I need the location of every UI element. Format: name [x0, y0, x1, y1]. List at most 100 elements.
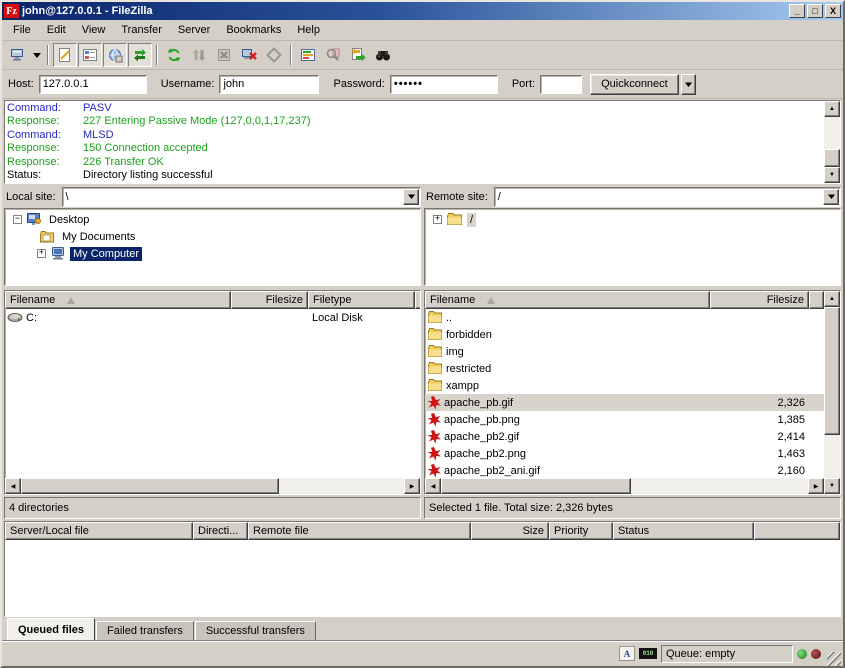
- toolbar-separator: [47, 45, 49, 65]
- column-header-server-local-file[interactable]: Server/Local file: [5, 522, 193, 540]
- scroll-right-button[interactable]: ▶: [808, 478, 824, 494]
- remote-status-bar: Selected 1 file. Total size: 2,326 bytes: [424, 497, 841, 519]
- file-row[interactable]: restricted: [425, 360, 824, 377]
- scroll-up-button[interactable]: ▲: [824, 101, 840, 117]
- filezilla-window: Fz john@127.0.0.1 - FileZilla _ □ X File…: [0, 0, 845, 668]
- file-row[interactable]: forbidden: [425, 326, 824, 343]
- local-site-combo[interactable]: \: [62, 187, 421, 207]
- menu-edit[interactable]: Edit: [39, 21, 74, 39]
- find-files-button[interactable]: [371, 43, 395, 67]
- tab-successful-transfers[interactable]: Successful transfers: [195, 621, 316, 640]
- menu-help[interactable]: Help: [289, 21, 328, 39]
- resize-grip[interactable]: [827, 652, 841, 666]
- local-site-label: Local site:: [4, 191, 62, 203]
- refresh-button[interactable]: [162, 43, 186, 67]
- quickconnect-dropdown-button[interactable]: [681, 74, 696, 95]
- scroll-down-button[interactable]: ▼: [824, 478, 840, 494]
- tree-item-desktop[interactable]: − Desktop: [5, 211, 420, 228]
- toggle-remote-tree-button[interactable]: [103, 43, 127, 67]
- tab-queued-files[interactable]: Queued files: [7, 618, 95, 640]
- column-header-filesize[interactable]: Filesize: [231, 291, 308, 309]
- chevron-down-icon: [33, 51, 41, 59]
- menu-file[interactable]: File: [5, 21, 39, 39]
- reconnect-button[interactable]: [262, 43, 286, 67]
- transfer-queue-icon: [132, 47, 148, 63]
- tab-failed-transfers[interactable]: Failed transfers: [96, 621, 194, 640]
- column-header-size[interactable]: Size: [471, 522, 549, 540]
- collapse-icon[interactable]: −: [13, 215, 22, 224]
- column-header-remote-file[interactable]: Remote file: [248, 522, 471, 540]
- file-row[interactable]: apache_pb.png1,385: [425, 411, 824, 428]
- log-lines: Command:PASV Response:227 Entering Passi…: [5, 101, 824, 183]
- toggle-local-tree-button[interactable]: [78, 43, 102, 67]
- remote-site-dropdown-button[interactable]: [823, 189, 839, 205]
- scrollbar-thumb[interactable]: [441, 478, 631, 494]
- scroll-down-button[interactable]: ▼: [824, 167, 840, 183]
- binoculars-icon: [375, 47, 391, 63]
- scroll-left-button[interactable]: ◀: [425, 478, 441, 494]
- file-row[interactable]: apache_pb2_ani.gif2,160: [425, 462, 824, 478]
- disconnect-button[interactable]: [237, 43, 261, 67]
- toggle-queue-button[interactable]: [128, 43, 152, 67]
- synchronized-browsing-button[interactable]: [346, 43, 370, 67]
- local-tree-icon: [82, 47, 98, 63]
- column-header-filename[interactable]: Filename: [5, 291, 231, 309]
- directory-comparison-button[interactable]: [321, 43, 345, 67]
- tree-item-my-computer[interactable]: + My Computer: [5, 245, 420, 262]
- maximize-button[interactable]: □: [807, 4, 823, 18]
- process-queue-button[interactable]: [187, 43, 211, 67]
- file-row[interactable]: apache_pb2.gif2,414: [425, 428, 824, 445]
- scrollbar-thumb[interactable]: [824, 307, 840, 435]
- local-site-dropdown-button[interactable]: [403, 189, 419, 205]
- username-input[interactable]: [219, 75, 319, 94]
- menu-view[interactable]: View: [74, 21, 114, 39]
- site-manager-button[interactable]: [5, 43, 29, 67]
- datatype-ascii-icon: A: [619, 646, 635, 661]
- scrollbar-thumb[interactable]: [21, 478, 279, 494]
- site-manager-dropdown-button[interactable]: [30, 43, 43, 67]
- file-row[interactable]: ..: [425, 309, 824, 326]
- column-header-direction[interactable]: Directi...: [193, 522, 248, 540]
- expand-icon[interactable]: +: [37, 249, 46, 258]
- file-row[interactable]: apache_pb.gif2,326: [425, 394, 824, 411]
- file-row[interactable]: img: [425, 343, 824, 360]
- expand-icon[interactable]: +: [433, 215, 442, 224]
- port-input[interactable]: [540, 75, 582, 94]
- remote-site-value: /: [495, 191, 822, 203]
- host-input[interactable]: [39, 75, 147, 94]
- menu-bookmarks[interactable]: Bookmarks: [218, 21, 289, 39]
- remote-file-list: Filename Filesize ..forbiddenimgrestrict…: [424, 290, 841, 495]
- filter-button[interactable]: [296, 43, 320, 67]
- close-button[interactable]: X: [825, 4, 841, 18]
- column-header-filename[interactable]: Filename: [425, 291, 710, 309]
- log-vertical-scrollbar[interactable]: ▲ ▼: [824, 101, 840, 183]
- sync-browse-icon: [350, 47, 366, 63]
- local-horizontal-scrollbar[interactable]: ◀ ▶: [5, 478, 420, 494]
- menu-server[interactable]: Server: [170, 21, 218, 39]
- remote-vertical-scrollbar[interactable]: ▲ ▼: [824, 291, 840, 494]
- scrollbar-thumb[interactable]: [824, 149, 840, 167]
- log-line: Command:MLSD: [7, 129, 822, 142]
- remote-site-combo[interactable]: /: [494, 187, 841, 207]
- file-row-c-drive[interactable]: C: Local Disk: [5, 309, 420, 326]
- tree-item-my-documents[interactable]: My Documents: [5, 228, 420, 245]
- column-header-status[interactable]: Status: [613, 522, 754, 540]
- file-row[interactable]: xampp: [425, 377, 824, 394]
- column-header-filesize[interactable]: Filesize: [710, 291, 809, 309]
- documents-folder-icon: [39, 230, 55, 244]
- password-input[interactable]: [390, 75, 498, 94]
- cancel-operation-button[interactable]: [212, 43, 236, 67]
- remote-horizontal-scrollbar[interactable]: ◀ ▶: [425, 478, 824, 494]
- scroll-left-button[interactable]: ◀: [5, 478, 21, 494]
- scroll-right-button[interactable]: ▶: [404, 478, 420, 494]
- column-header-last-modified[interactable]: L: [415, 291, 420, 309]
- tree-item-root[interactable]: + /: [425, 211, 840, 228]
- column-header-priority[interactable]: Priority: [549, 522, 613, 540]
- minimize-button[interactable]: _: [789, 4, 805, 18]
- column-header-filetype[interactable]: Filetype: [308, 291, 415, 309]
- menu-transfer[interactable]: Transfer: [113, 21, 170, 39]
- file-row[interactable]: apache_pb2.png1,463: [425, 445, 824, 462]
- quickconnect-button[interactable]: Quickconnect: [590, 74, 679, 95]
- toggle-message-log-button[interactable]: [53, 43, 77, 67]
- scroll-up-button[interactable]: ▲: [824, 291, 840, 307]
